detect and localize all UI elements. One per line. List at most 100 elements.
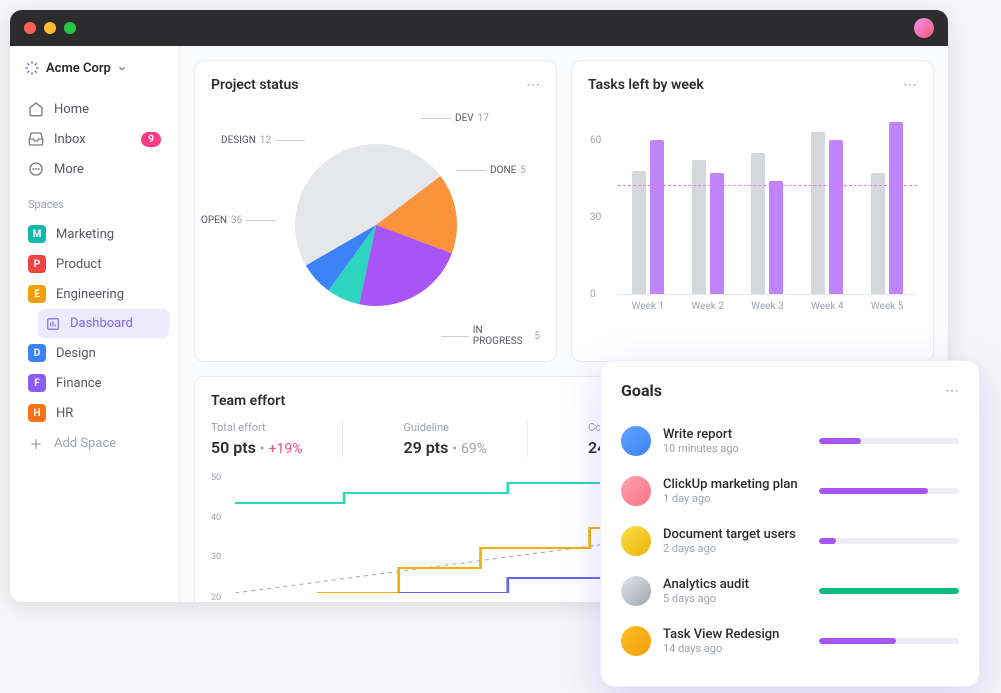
more-icon <box>28 161 44 177</box>
titlebar <box>10 10 948 46</box>
goal-progress <box>819 588 959 594</box>
space-icon: P <box>28 255 46 273</box>
nav-more[interactable]: More <box>20 154 169 184</box>
bar <box>650 140 664 294</box>
card-title: Team effort <box>211 393 285 409</box>
y-tick: 50 <box>211 473 221 483</box>
tasks-by-week-card: Tasks left by week ⋯ 0 30 60 Week 1 Week 2 W… <box>571 60 934 362</box>
stat-label: Total effort <box>211 421 302 434</box>
sidebar: Acme Corp Home Inbox 9 More Spaces MMark… <box>10 46 180 602</box>
maximize-icon[interactable] <box>64 22 76 34</box>
y-tick: 60 <box>590 135 601 146</box>
card-title: Tasks left by week <box>588 77 704 93</box>
goal-name: ClickUp marketing plan <box>663 477 807 492</box>
sidebar-space-hr[interactable]: H HR <box>20 398 169 428</box>
pie-label: DEV 17 <box>421 113 489 124</box>
org-name: Acme Corp <box>46 61 111 76</box>
pie-label: OPEN 36 <box>201 215 276 226</box>
sidebar-space-engineering[interactable]: EEngineering <box>20 279 169 309</box>
space-icon: F <box>28 374 46 392</box>
y-tick: 30 <box>590 212 601 223</box>
add-space-button[interactable]: ＋ Add Space <box>20 428 169 458</box>
goal-avatar <box>621 476 651 506</box>
goal-progress <box>819 538 959 544</box>
user-avatar[interactable] <box>914 18 934 38</box>
goal-name: Write report <box>663 427 807 442</box>
goals-menu-icon[interactable]: ⋯ <box>945 383 959 399</box>
sidebar-space-finance[interactable]: F Finance <box>20 368 169 398</box>
goal-avatar <box>621 526 651 556</box>
spaces-section-label: Spaces <box>20 184 169 219</box>
bar <box>811 132 825 294</box>
x-label: Week 1 <box>632 301 665 312</box>
goal-name: Analytics audit <box>663 577 807 592</box>
stat-label: Guideline <box>403 421 487 434</box>
plus-icon: ＋ <box>28 435 44 451</box>
pie-chart: OPEN 36DESIGN 12DEV 17DONE 5IN PROGRESS … <box>211 105 540 345</box>
org-selector[interactable]: Acme Corp <box>20 60 169 76</box>
inbox-badge: 9 <box>141 132 161 147</box>
sidebar-space-marketing[interactable]: MMarketing <box>20 219 169 249</box>
space-icon: H <box>28 404 46 422</box>
minimize-icon[interactable] <box>44 22 56 34</box>
x-label: Week 5 <box>871 301 904 312</box>
goal-name: Document target users <box>663 527 807 542</box>
goal-item[interactable]: ClickUp marketing plan1 day ago <box>621 466 959 516</box>
goal-item[interactable]: Task View Redesign14 days ago <box>621 616 959 666</box>
goal-progress <box>819 488 959 494</box>
goal-name: Task View Redesign <box>663 627 807 642</box>
inbox-icon <box>28 131 44 147</box>
sidebar-space-design[interactable]: DDesign <box>20 338 169 368</box>
space-label: HR <box>56 406 73 421</box>
goal-avatar <box>621 426 651 456</box>
goal-time: 14 days ago <box>663 642 807 655</box>
bar-group <box>871 122 903 294</box>
stat-pct: 69% <box>461 441 487 457</box>
goal-item[interactable]: Document target users2 days ago <box>621 516 959 566</box>
pie-label: DESIGN 12 <box>221 135 305 146</box>
x-label: Week 3 <box>751 301 784 312</box>
goal-time: 10 minutes ago <box>663 442 807 455</box>
goal-time: 1 day ago <box>663 492 807 505</box>
bar-group <box>811 132 843 294</box>
bar-chart: 03060 Week 1Week 2Week 3Week 4Week 5 <box>588 105 917 345</box>
nav-label: Home <box>54 102 89 117</box>
bar <box>769 181 783 294</box>
space-label: Finance <box>56 376 101 391</box>
reference-line <box>618 185 917 186</box>
sidebar-space-product[interactable]: P Product <box>20 249 169 279</box>
stat-value: 50 pts <box>211 438 256 457</box>
goal-time: 2 days ago <box>663 542 807 555</box>
dashboard-icon <box>46 317 60 331</box>
space-label: Product <box>56 257 101 272</box>
pie-label: IN PROGRESS 5 <box>441 325 540 347</box>
y-tick: 40 <box>211 513 221 523</box>
bar <box>751 153 765 294</box>
bar-group <box>692 160 724 294</box>
bar-group <box>632 140 664 294</box>
add-space-label: Add Space <box>54 436 116 451</box>
bar <box>710 173 724 294</box>
card-title: Project status <box>211 77 298 93</box>
sidebar-dashboard[interactable]: Dashboard <box>38 309 169 338</box>
card-menu-icon[interactable]: ⋯ <box>526 77 540 93</box>
goals-panel: Goals ⋯ Write report10 minutes agoClickU… <box>600 360 980 687</box>
stat-value: 29 pts <box>403 438 448 457</box>
goal-avatar <box>621 626 651 656</box>
nav-inbox[interactable]: Inbox 9 <box>20 124 169 154</box>
goal-progress <box>819 438 959 444</box>
close-icon[interactable] <box>24 22 36 34</box>
bar <box>889 122 903 294</box>
space-label: Design <box>56 346 96 361</box>
org-logo-icon <box>24 60 40 76</box>
y-tick: 0 <box>590 289 596 300</box>
card-menu-icon[interactable]: ⋯ <box>903 77 917 93</box>
home-icon <box>28 101 44 117</box>
x-label: Week 2 <box>691 301 724 312</box>
window-controls <box>24 22 76 34</box>
goal-item[interactable]: Write report10 minutes ago <box>621 416 959 466</box>
nav-home[interactable]: Home <box>20 94 169 124</box>
goal-item[interactable]: Analytics audit5 days ago <box>621 566 959 616</box>
stat-guideline: Guideline 29 pts • 69% <box>403 421 528 457</box>
dashboard-label: Dashboard <box>70 316 133 331</box>
